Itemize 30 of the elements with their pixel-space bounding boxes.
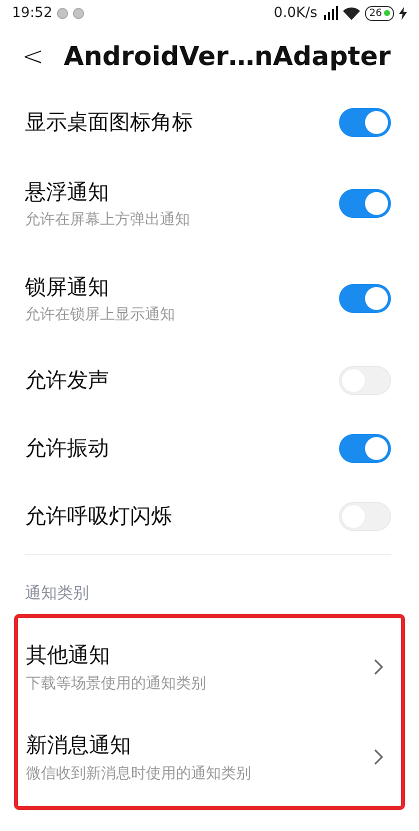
chevron-right-icon xyxy=(374,749,383,765)
toggle-switch[interactable] xyxy=(339,284,391,313)
setting-title: 允许发声 xyxy=(25,367,110,394)
setting-title: 允许振动 xyxy=(25,435,110,462)
category-item[interactable]: 其他通知 下载等场景使用的通知类别 xyxy=(18,622,401,712)
category-title: 新消息通知 xyxy=(26,732,132,759)
section-header: 通知类别 xyxy=(24,582,90,604)
network-speed: 0.0K/s xyxy=(274,5,318,21)
setting-description: 允许在锁屏上显示通知 xyxy=(25,305,176,324)
chevron-right-icon xyxy=(374,659,383,675)
notification-dot-icon xyxy=(73,8,84,18)
page-title: AndroidVer…nAdapter xyxy=(64,42,391,72)
wifi-icon xyxy=(343,6,360,20)
setting-title: 允许呼吸灯闪烁 xyxy=(25,503,173,530)
category-description: 微信收到新消息时使用的通知类别 xyxy=(26,764,252,783)
battery-icon: 26 xyxy=(365,6,394,20)
setting-title: 悬浮通知 xyxy=(25,179,110,206)
setting-title: 锁屏通知 xyxy=(25,274,110,301)
clock-time: 19:52 xyxy=(12,5,52,21)
category-item[interactable]: 新消息通知 微信收到新消息时使用的通知类别 xyxy=(18,712,401,802)
category-description: 下载等场景使用的通知类别 xyxy=(26,674,207,693)
toggle-switch[interactable] xyxy=(339,189,391,218)
category-title: 其他通知 xyxy=(26,642,111,669)
signal-icon xyxy=(322,6,338,20)
toggle-switch[interactable] xyxy=(339,108,391,136)
back-button[interactable]: < xyxy=(22,42,44,72)
setting-description: 允许在屏幕上方弹出通知 xyxy=(25,210,191,229)
notification-dot-icon xyxy=(57,8,68,18)
toggle-switch[interactable] xyxy=(339,434,391,462)
setting-title: 显示桌面图标角标 xyxy=(25,109,194,136)
